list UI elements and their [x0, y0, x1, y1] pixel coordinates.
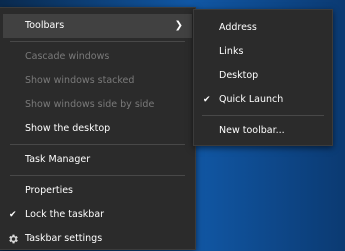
menu-item-toolbars[interactable]: Toolbars ❯: [3, 14, 192, 38]
menu-item-label: Show the desktop: [25, 123, 111, 134]
menu-item-show-windows-stacked: Show windows stacked: [0, 69, 195, 93]
submenu-item-links[interactable]: Links: [194, 40, 332, 64]
menu-item-taskbar-settings[interactable]: Taskbar settings: [0, 227, 195, 251]
gear-icon: [9, 234, 18, 244]
menu-item-cascade-windows: Cascade windows: [0, 45, 195, 69]
menu-item-label: Task Manager: [25, 154, 91, 165]
menu-separator: [202, 115, 324, 116]
menu-item-label: Properties: [25, 185, 74, 196]
check-icon: ✔: [203, 95, 211, 105]
submenu-item-desktop[interactable]: Desktop: [194, 64, 332, 88]
menu-item-label: Show windows stacked: [25, 75, 135, 86]
toolbars-submenu: Address Links Desktop ✔ Quick Launch New…: [193, 9, 333, 146]
menu-item-label: Links: [219, 46, 244, 57]
menu-separator: [10, 41, 185, 42]
menu-item-label: Show windows side by side: [25, 99, 155, 110]
menu-item-label: Toolbars: [25, 20, 65, 31]
menu-item-show-windows-side-by-side: Show windows side by side: [0, 93, 195, 117]
taskbar-context-menu: Toolbars ❯ Cascade windows Show windows …: [0, 7, 196, 250]
submenu-item-quick-launch[interactable]: ✔ Quick Launch: [194, 88, 332, 112]
check-icon: ✔: [9, 210, 17, 220]
menu-separator: [10, 175, 185, 176]
submenu-item-address[interactable]: Address: [194, 16, 332, 40]
submenu-item-new-toolbar[interactable]: New toolbar...: [194, 119, 332, 143]
menu-item-label: Taskbar settings: [25, 233, 103, 244]
menu-item-task-manager[interactable]: Task Manager: [0, 148, 195, 172]
menu-item-lock-taskbar[interactable]: ✔ Lock the taskbar: [0, 203, 195, 227]
menu-separator: [10, 144, 185, 145]
menu-item-properties[interactable]: Properties: [0, 179, 195, 203]
chevron-right-icon: ❯: [174, 20, 183, 31]
menu-item-label: New toolbar...: [219, 125, 285, 136]
menu-item-label: Cascade windows: [25, 51, 110, 62]
menu-item-show-desktop[interactable]: Show the desktop: [0, 117, 195, 141]
menu-item-label: Address: [219, 22, 257, 33]
menu-item-label: Desktop: [219, 70, 259, 81]
menu-item-label: Lock the taskbar: [25, 209, 105, 220]
menu-item-label: Quick Launch: [219, 94, 284, 105]
